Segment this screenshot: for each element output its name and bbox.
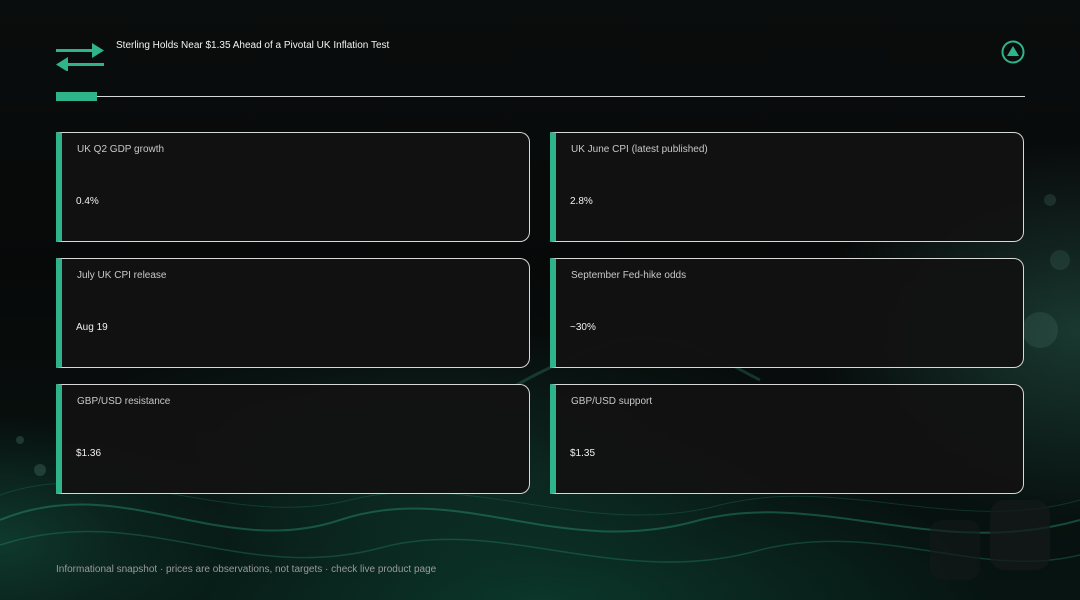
stat-card-gbpusd-support: GBP/USD support $1.35 bbox=[550, 384, 1024, 494]
stat-value: 0.4% bbox=[76, 196, 99, 207]
stat-label: UK Q2 GDP growth bbox=[77, 144, 165, 155]
stat-card-gbpusd-resistance: GBP/USD resistance $1.36 bbox=[56, 384, 530, 494]
stat-card-july-cpi-release: July UK CPI release Aug 19 bbox=[56, 258, 530, 368]
stat-label: UK June CPI (latest published) bbox=[571, 144, 708, 155]
header: Sterling Holds Near $1.35 Ahead of a Piv… bbox=[56, 40, 1025, 101]
header-divider bbox=[56, 96, 1025, 97]
stat-label: GBP/USD resistance bbox=[77, 396, 171, 407]
header-divider-accent bbox=[56, 92, 97, 101]
stat-card-uk-june-cpi: UK June CPI (latest published) 2.8% bbox=[550, 132, 1024, 242]
stat-value: Aug 19 bbox=[76, 322, 108, 333]
stat-card-uk-gdp: UK Q2 GDP growth 0.4% bbox=[56, 132, 530, 242]
stat-label: September Fed-hike odds bbox=[571, 270, 687, 281]
stat-value: 2.8% bbox=[570, 196, 593, 207]
stat-label: GBP/USD support bbox=[571, 396, 653, 407]
warning-triangle-icon[interactable] bbox=[1001, 40, 1025, 64]
page-title: Sterling Holds Near $1.35 Ahead of a Piv… bbox=[116, 40, 390, 51]
exchange-arrows-icon bbox=[56, 43, 104, 72]
stat-value: ~30% bbox=[570, 322, 596, 333]
footer-disclaimer: Informational snapshot · prices are obse… bbox=[56, 564, 437, 575]
stat-value: $1.35 bbox=[570, 448, 596, 459]
stat-label: July UK CPI release bbox=[77, 270, 167, 281]
stat-card-fed-hike-odds: September Fed-hike odds ~30% bbox=[550, 258, 1024, 368]
stat-value: $1.36 bbox=[76, 448, 102, 459]
